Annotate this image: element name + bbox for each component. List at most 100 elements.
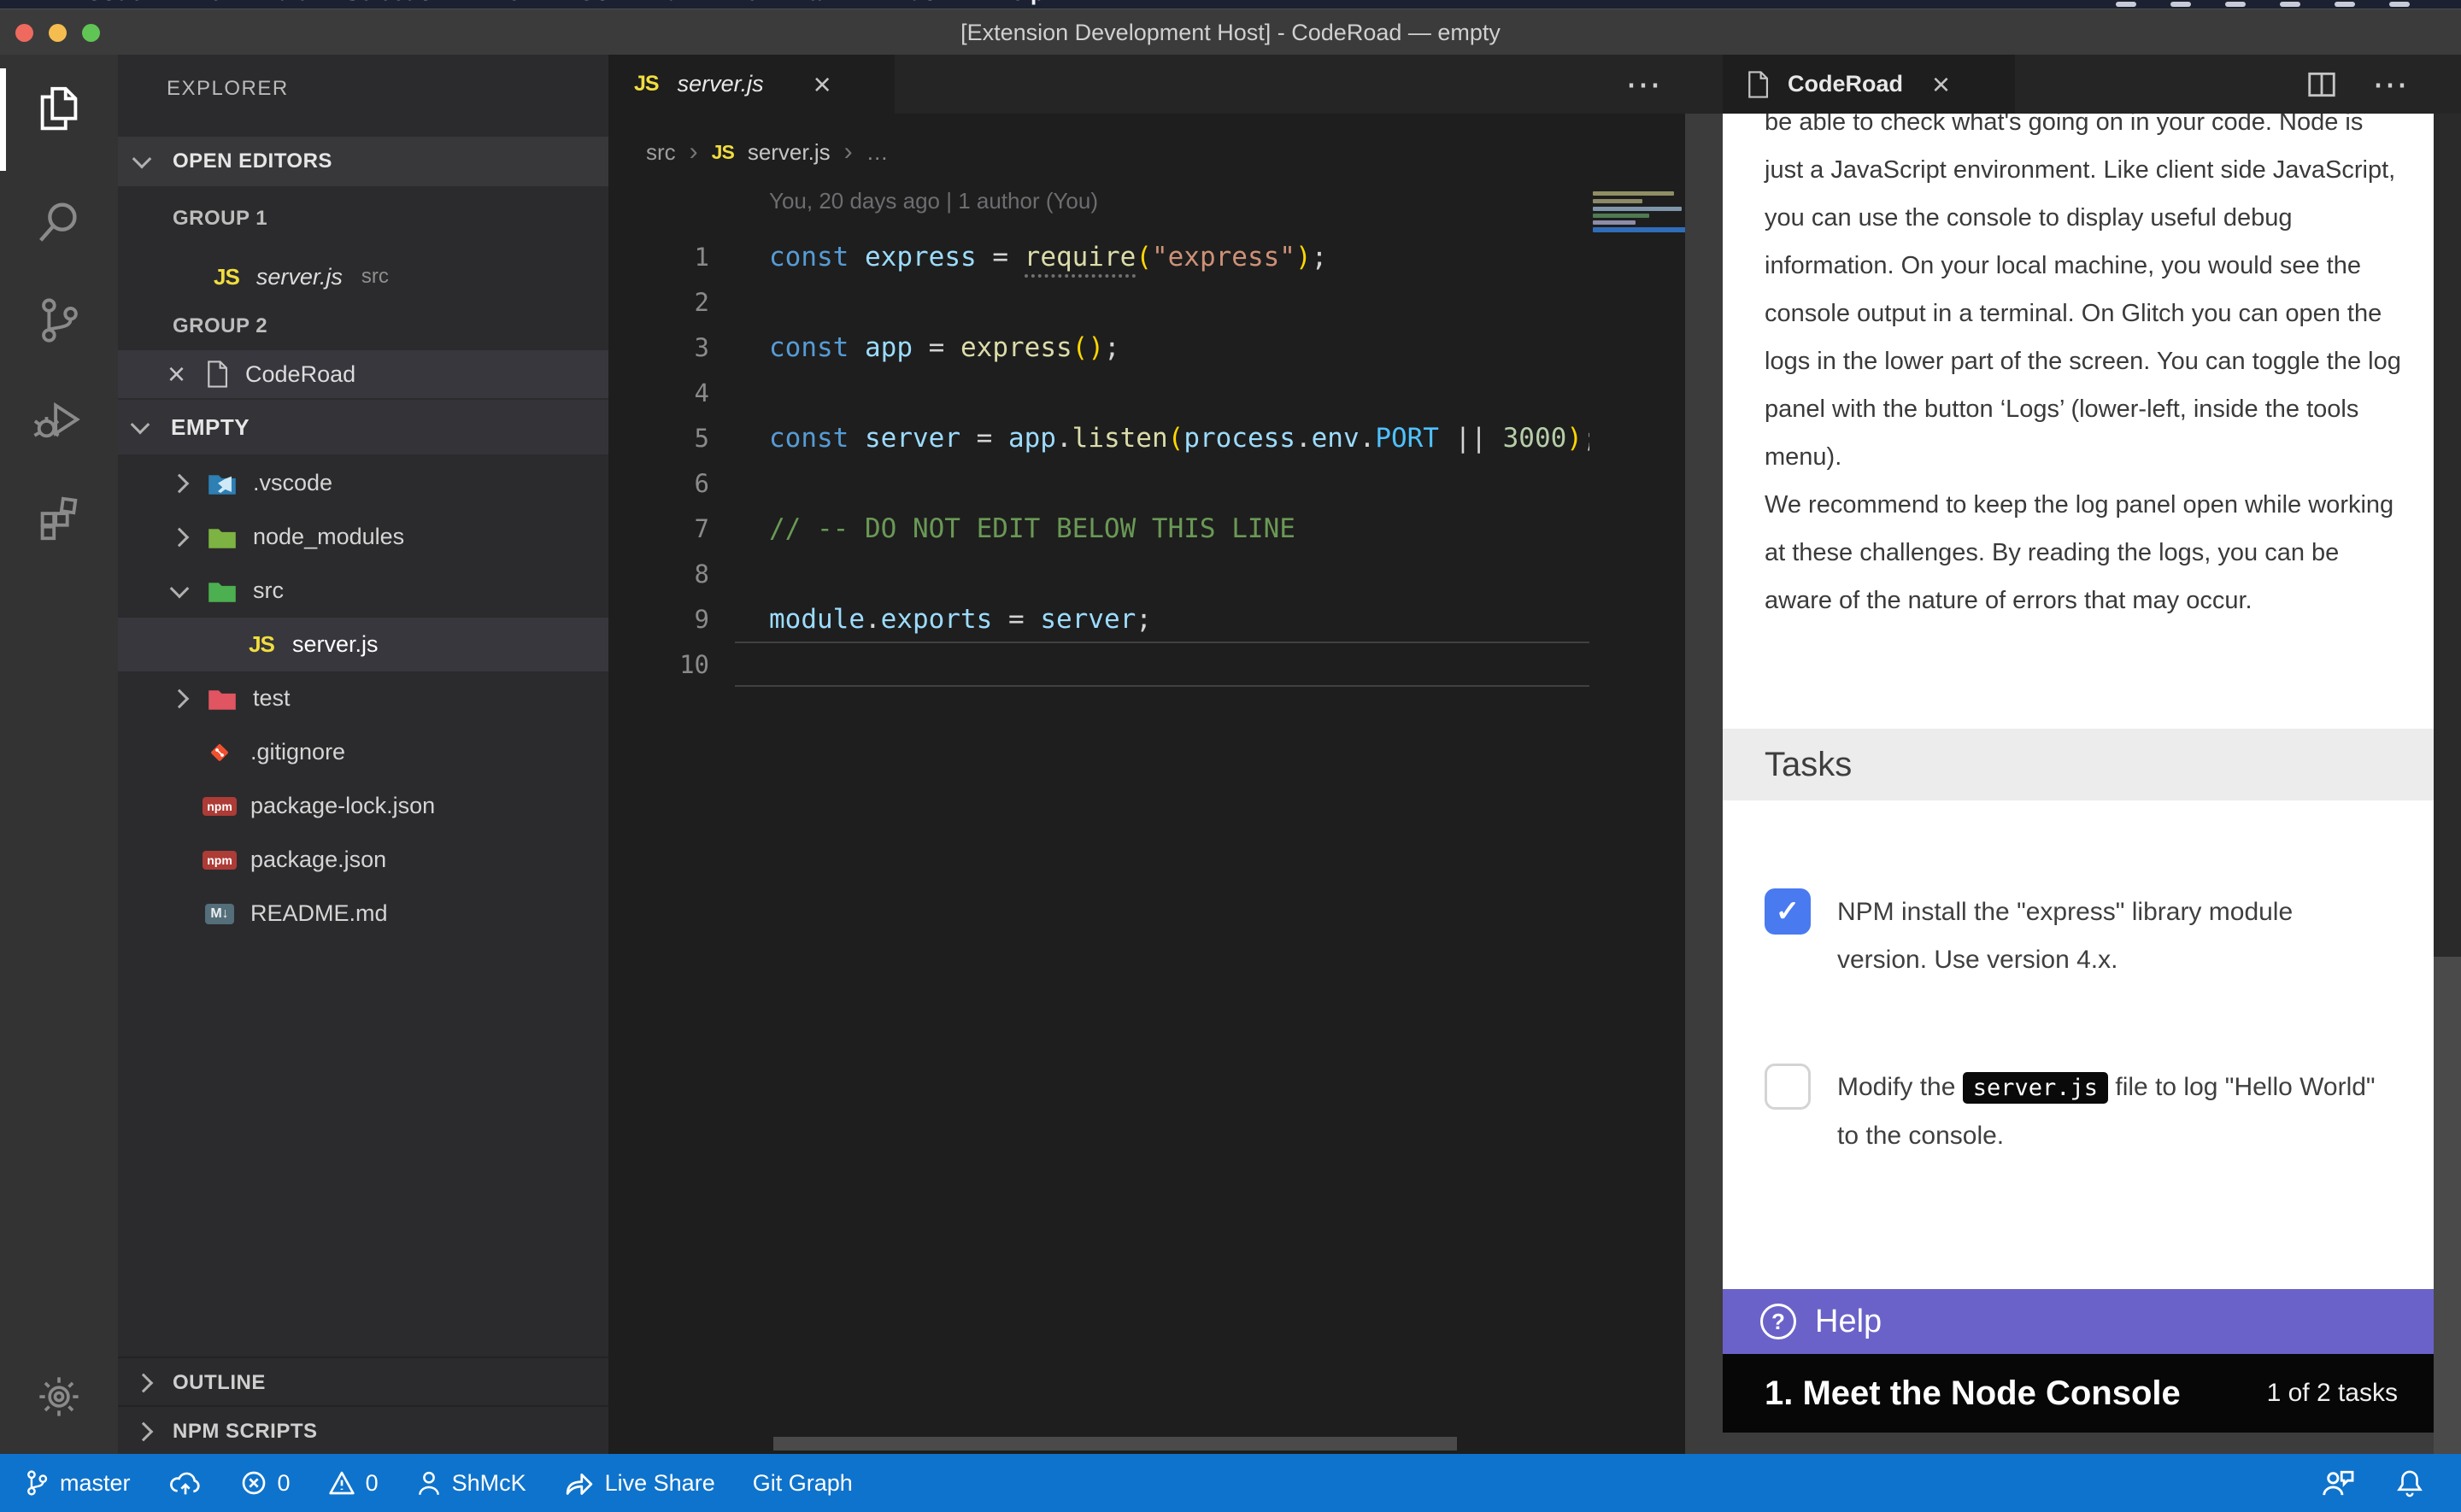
extensions-icon[interactable] bbox=[0, 476, 118, 558]
menu-item-code[interactable]: Code bbox=[85, 0, 144, 6]
help-accordion[interactable]: ? Help bbox=[1723, 1289, 2434, 1354]
line-number[interactable]: 5 bbox=[608, 424, 709, 453]
question-circle-icon: ? bbox=[1760, 1304, 1796, 1339]
git-branch-icon bbox=[24, 1468, 50, 1497]
code-line-9[interactable]: 9module.exports = server; bbox=[608, 596, 1589, 642]
menu-item-go[interactable]: Go bbox=[578, 0, 610, 6]
code-line-4[interactable]: 4 bbox=[608, 370, 1589, 415]
tree-item-readme-md[interactable]: M↓README.md bbox=[118, 887, 608, 941]
open-editor-serverjs[interactable]: JS server.js src bbox=[118, 253, 608, 301]
search-icon[interactable] bbox=[0, 181, 118, 263]
source-control-icon[interactable] bbox=[0, 279, 118, 361]
open-editor-coderoad[interactable]: × CodeRoad bbox=[118, 350, 608, 398]
menu-item-edit[interactable]: Edit bbox=[261, 0, 305, 6]
more-actions-icon[interactable]: ⋯ bbox=[2372, 72, 2410, 97]
status-item-git-graph[interactable]: Git Graph bbox=[753, 1470, 853, 1497]
line-number[interactable]: 7 bbox=[608, 514, 709, 543]
macos-menubar: Code File Edit Selection View Go Run Terminal Wi… bbox=[0, 0, 2461, 9]
code-line-6[interactable]: 6 bbox=[608, 460, 1589, 506]
code-line-8[interactable]: 8 bbox=[608, 551, 1589, 596]
menu-item-terminal[interactable]: Terminal bbox=[733, 0, 828, 6]
menu-item-file[interactable]: File bbox=[183, 0, 223, 6]
gitlens-blame-annotation: You, 20 days ago | 1 author (You) bbox=[769, 188, 1098, 214]
breadcrumb-file[interactable]: server.js bbox=[748, 139, 831, 166]
tab-coderoad[interactable]: CodeRoad × bbox=[1723, 55, 2015, 114]
outline-section[interactable]: OUTLINE bbox=[118, 1357, 608, 1407]
status-item-0[interactable]: 0 bbox=[328, 1470, 379, 1497]
status-item-shmck[interactable]: ShMcK bbox=[416, 1468, 526, 1497]
chevron-down-icon bbox=[170, 578, 190, 598]
person-icon bbox=[416, 1468, 442, 1497]
line-number[interactable]: 4 bbox=[608, 378, 709, 407]
code-line-7[interactable]: 7// -- DO NOT EDIT BELOW THIS LINE bbox=[608, 506, 1589, 551]
more-actions-icon[interactable]: ⋯ bbox=[1625, 72, 1663, 97]
status-item-live-share[interactable]: Live Share bbox=[564, 1468, 715, 1497]
close-icon[interactable]: × bbox=[167, 359, 185, 390]
tree-item-node-modules[interactable]: node_modules bbox=[118, 510, 608, 564]
line-number[interactable]: 2 bbox=[608, 288, 709, 317]
lesson-paragraph: be able to check what's going on in your… bbox=[1765, 114, 2404, 481]
line-number[interactable]: 6 bbox=[608, 469, 709, 498]
window-title: [Extension Development Host] - CodeRoad … bbox=[0, 9, 2461, 56]
breadcrumb: src › JS server.js › … bbox=[646, 133, 889, 171]
tab-serverjs[interactable]: JS server.js × bbox=[608, 55, 895, 114]
close-tab-icon[interactable]: × bbox=[1932, 69, 1950, 100]
vscode-icon bbox=[203, 472, 241, 495]
test-icon bbox=[203, 687, 241, 711]
tree-item-label: package.json bbox=[250, 847, 386, 873]
menu-item-selection[interactable]: Selection bbox=[344, 0, 447, 6]
line-number[interactable]: 10 bbox=[608, 650, 709, 679]
run-debug-icon[interactable] bbox=[0, 378, 118, 460]
breadcrumb-symbol[interactable]: … bbox=[866, 139, 889, 166]
bell-icon[interactable] bbox=[2396, 1468, 2423, 1497]
status-item-master[interactable]: master bbox=[24, 1468, 131, 1497]
tree-item-server-js[interactable]: JSserver.js bbox=[118, 618, 608, 671]
menubar-items[interactable]: Code File Edit Selection View Go Run Terminal Wi… bbox=[85, 0, 1044, 6]
tree-item-src[interactable]: src bbox=[118, 564, 608, 618]
vscode-window: Code File Edit Selection View Go Run Terminal Wi… bbox=[0, 0, 2461, 1512]
task-checkbox-checked[interactable]: ✓ bbox=[1765, 888, 1811, 935]
tree-item-package-lock-json[interactable]: npmpackage-lock.json bbox=[118, 779, 608, 833]
coderoad-actions[interactable]: ⋯ bbox=[2305, 55, 2410, 114]
menu-item-run[interactable]: Run bbox=[649, 0, 694, 6]
code-line-3[interactable]: 3const app = express(); bbox=[608, 325, 1589, 370]
line-number[interactable]: 8 bbox=[608, 560, 709, 589]
menu-item-help[interactable]: Help bbox=[995, 0, 1045, 6]
code-editor[interactable]: 1const express = require("express"); 2 3co… bbox=[608, 234, 1589, 687]
code-line-2[interactable]: 2 bbox=[608, 279, 1589, 325]
tree-item-label: test bbox=[253, 685, 291, 712]
split-editor-icon[interactable] bbox=[2305, 68, 2338, 101]
npm-scripts-section[interactable]: NPM SCRIPTS bbox=[118, 1405, 608, 1456]
tree-item--vscode[interactable]: .vscode bbox=[118, 456, 608, 510]
open-editors-header[interactable]: OPEN EDITORS bbox=[118, 137, 608, 186]
feedback-icon[interactable] bbox=[2321, 1468, 2355, 1497]
minimap[interactable] bbox=[1589, 190, 1685, 446]
status-item-cloud-upload[interactable] bbox=[168, 1469, 203, 1497]
tree-item--gitignore[interactable]: .gitignore bbox=[118, 725, 608, 779]
menu-item-window[interactable]: Window bbox=[867, 0, 955, 6]
menu-item-view[interactable]: View bbox=[486, 0, 538, 6]
status-item-0[interactable]: 0 bbox=[240, 1469, 291, 1497]
explorer-icon[interactable] bbox=[0, 67, 118, 149]
cloud-upload-icon bbox=[168, 1469, 203, 1497]
npm-icon: npm bbox=[201, 851, 238, 870]
settings-gear-icon[interactable] bbox=[0, 1356, 118, 1438]
code-line-5[interactable]: 5const server = app.listen(process.env.P… bbox=[608, 415, 1589, 460]
menubar-status-icons[interactable] bbox=[2116, 2, 2410, 7]
breadcrumb-folder[interactable]: src bbox=[646, 139, 676, 166]
code-line-1[interactable]: 1const express = require("express"); bbox=[608, 234, 1589, 279]
editor-actions[interactable]: ⋯ bbox=[1625, 55, 1663, 114]
horizontal-scrollbar[interactable] bbox=[773, 1437, 1457, 1450]
editor-scrollbar[interactable] bbox=[1685, 114, 1723, 1454]
tree-item-test[interactable]: test bbox=[118, 671, 608, 725]
close-tab-icon[interactable]: × bbox=[813, 69, 831, 100]
webview-scrollbar-thumb[interactable] bbox=[2434, 957, 2461, 1454]
tree-item-package-json[interactable]: npm package.json bbox=[118, 833, 608, 887]
tree-item-label: package-lock.json bbox=[250, 793, 435, 819]
line-number[interactable]: 9 bbox=[608, 605, 709, 634]
task-checkbox-unchecked[interactable] bbox=[1765, 1064, 1811, 1110]
line-number[interactable]: 1 bbox=[608, 243, 709, 272]
workspace-folder-header[interactable]: EMPTY bbox=[118, 400, 608, 454]
line-number[interactable]: 3 bbox=[608, 333, 709, 362]
task-item: ✓NPM install the "express" library modul… bbox=[1765, 888, 2384, 984]
